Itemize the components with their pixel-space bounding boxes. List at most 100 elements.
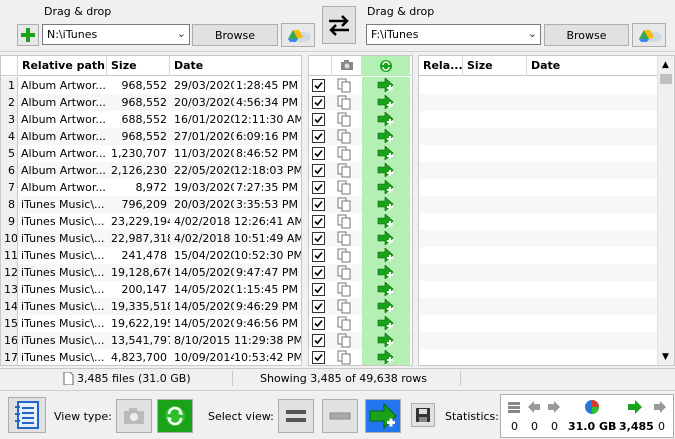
- right-path-combo[interactable]: F:\iTunes ⌄: [366, 24, 541, 45]
- select-checkbox[interactable]: [312, 334, 325, 347]
- select-checkbox[interactable]: [312, 215, 325, 228]
- action-row[interactable]: [309, 179, 412, 196]
- camera-header[interactable]: [332, 56, 362, 76]
- select-checkbox[interactable]: [312, 164, 325, 177]
- table-row[interactable]: [419, 94, 659, 111]
- table-row[interactable]: [419, 162, 659, 179]
- add-folder-button[interactable]: [17, 24, 39, 46]
- select-checkbox[interactable]: [312, 283, 325, 296]
- chevron-down-icon[interactable]: ▼: [662, 352, 669, 362]
- select-checkbox[interactable]: [312, 130, 325, 143]
- copy-right-action[interactable]: [362, 145, 410, 162]
- save-button[interactable]: [411, 403, 435, 427]
- select-view-full-button[interactable]: [278, 399, 314, 433]
- table-row[interactable]: [419, 77, 659, 94]
- action-row[interactable]: [309, 315, 412, 332]
- table-row[interactable]: [419, 230, 659, 247]
- copy-right-action[interactable]: [362, 281, 410, 298]
- select-checkbox[interactable]: [312, 351, 325, 364]
- date-header[interactable]: Date: [170, 56, 301, 76]
- copy-right-action[interactable]: [362, 213, 410, 230]
- table-row[interactable]: 17 iTunes Music\... 4,823,700 10/09/2014 10:…: [1, 349, 301, 365]
- date-header[interactable]: Date: [527, 56, 659, 76]
- scroll-thumb[interactable]: [660, 74, 672, 84]
- action-row[interactable]: [309, 230, 412, 247]
- select-checkbox[interactable]: [312, 198, 325, 211]
- action-row[interactable]: [309, 213, 412, 230]
- chevron-up-icon[interactable]: ▲: [662, 60, 669, 70]
- select-checkbox[interactable]: [312, 181, 325, 194]
- view-type-camera-button[interactable]: [116, 399, 152, 433]
- copy-right-action[interactable]: [362, 247, 410, 264]
- action-row[interactable]: [309, 196, 412, 213]
- right-browse-button[interactable]: Browse: [544, 24, 629, 46]
- table-row[interactable]: 4 Album Artwor... 968,552 27/01/2020 6:09:16…: [1, 128, 301, 145]
- left-path-combo[interactable]: N:\iTunes ⌄: [42, 24, 190, 45]
- copy-right-action[interactable]: [362, 349, 410, 365]
- table-row[interactable]: [419, 247, 659, 264]
- copy-right-action[interactable]: [362, 264, 410, 281]
- copy-right-action[interactable]: [362, 111, 410, 128]
- table-row[interactable]: [419, 179, 659, 196]
- copy-right-action[interactable]: [362, 179, 410, 196]
- view-type-sync-button[interactable]: [157, 399, 193, 433]
- action-row[interactable]: [309, 94, 412, 111]
- table-row[interactable]: 5 Album Artwor... 1,230,707 11/03/2020 8:46:…: [1, 145, 301, 162]
- select-checkbox[interactable]: [312, 113, 325, 126]
- copy-right-action[interactable]: [362, 128, 410, 145]
- table-row[interactable]: [419, 298, 659, 315]
- table-row[interactable]: 3 Album Artwor... 688,552 16/01/2020 12:11:3…: [1, 111, 301, 128]
- select-checkbox[interactable]: [312, 300, 325, 313]
- action-row[interactable]: [309, 332, 412, 349]
- table-row[interactable]: [419, 128, 659, 145]
- select-checkbox[interactable]: [312, 317, 325, 330]
- left-file-grid[interactable]: Relative path Size Date 1 Album Artwor...…: [0, 55, 302, 366]
- select-checkbox[interactable]: [312, 232, 325, 245]
- action-row[interactable]: [309, 111, 412, 128]
- table-row[interactable]: 15 iTunes Music\... 19,622,195 14/05/2020 9:…: [1, 315, 301, 332]
- table-row[interactable]: [419, 264, 659, 281]
- table-row[interactable]: 12 iTunes Music\... 19,128,676 14/05/2020 9:…: [1, 264, 301, 281]
- swap-panels-button[interactable]: [322, 6, 356, 44]
- table-row[interactable]: 1 Album Artwor... 968,552 29/03/2020 1:28:45…: [1, 77, 301, 94]
- sync-header[interactable]: [362, 56, 410, 76]
- table-row[interactable]: 16 iTunes Music\... 13,541,797 8/10/2015 11:…: [1, 332, 301, 349]
- action-row[interactable]: [309, 145, 412, 162]
- table-row[interactable]: [419, 349, 659, 365]
- select-checkbox[interactable]: [312, 266, 325, 279]
- table-row[interactable]: [419, 315, 659, 332]
- select-checkbox[interactable]: [312, 79, 325, 92]
- right-file-grid[interactable]: Rela... Size Date ▲ ▼: [418, 55, 675, 366]
- select-checkbox[interactable]: [312, 96, 325, 109]
- select-view-action-button[interactable]: [365, 399, 401, 433]
- copy-right-action[interactable]: [362, 162, 410, 179]
- select-view-single-button[interactable]: [322, 399, 358, 433]
- table-row[interactable]: 11 iTunes Music\... 241,478 15/04/2020 10:52…: [1, 247, 301, 264]
- table-row[interactable]: 7 Album Artwor... 8,972 19/03/2020 7:27:35 P…: [1, 179, 301, 196]
- copy-right-action[interactable]: [362, 77, 410, 94]
- action-row[interactable]: [309, 128, 412, 145]
- action-row[interactable]: [309, 281, 412, 298]
- copy-right-action[interactable]: [362, 230, 410, 247]
- table-row[interactable]: 13 iTunes Music\... 200,147 14/05/2020 1:15:…: [1, 281, 301, 298]
- action-grid[interactable]: [308, 55, 413, 366]
- copy-right-action[interactable]: [362, 315, 410, 332]
- action-row[interactable]: [309, 77, 412, 94]
- menu-button[interactable]: [8, 397, 46, 433]
- table-row[interactable]: 14 iTunes Music\... 19,335,518 14/05/2020 9:…: [1, 298, 301, 315]
- table-row[interactable]: 10 iTunes Music\... 22,987,318 4/02/2018 10:…: [1, 230, 301, 247]
- size-header[interactable]: Size: [107, 56, 170, 76]
- table-row[interactable]: 9 iTunes Music\... 23,229,194 4/02/2018 12:2…: [1, 213, 301, 230]
- action-row[interactable]: [309, 349, 412, 365]
- copy-right-action[interactable]: [362, 94, 410, 111]
- table-row[interactable]: [419, 111, 659, 128]
- action-row[interactable]: [309, 162, 412, 179]
- relative-path-header[interactable]: Relative path: [18, 56, 107, 76]
- table-row[interactable]: [419, 196, 659, 213]
- action-row[interactable]: [309, 247, 412, 264]
- right-cloud-drive-button[interactable]: [632, 23, 666, 47]
- table-row[interactable]: [419, 213, 659, 230]
- select-checkbox[interactable]: [312, 249, 325, 262]
- select-checkbox[interactable]: [312, 147, 325, 160]
- table-row[interactable]: 6 Album Artwor... 2,126,230 22/05/2020 12:18…: [1, 162, 301, 179]
